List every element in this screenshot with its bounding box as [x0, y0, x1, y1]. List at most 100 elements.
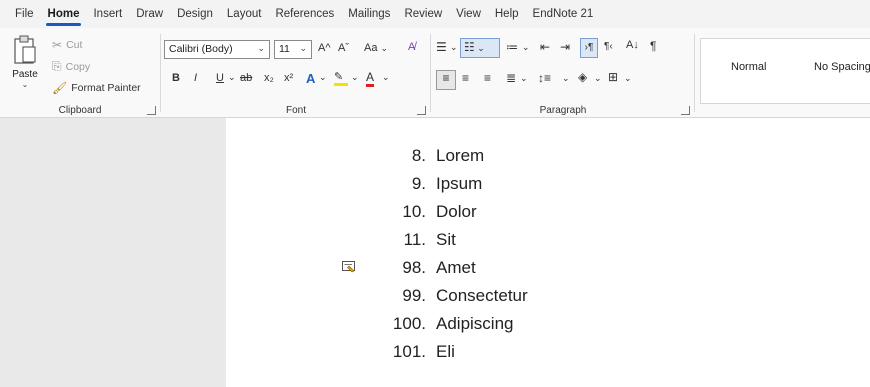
chevron-down-icon[interactable]: ⌄	[450, 42, 458, 53]
tab-review[interactable]: Review	[397, 8, 449, 28]
font-size-combo[interactable]: 11 ⌄	[274, 40, 312, 59]
align-right-icon[interactable]: ≡	[484, 71, 491, 85]
list-item[interactable]: 9. Ipsum	[226, 174, 870, 202]
multilevel-list-icon[interactable]: ≔	[506, 40, 518, 54]
font-color-label: A	[366, 70, 375, 87]
font-color-button[interactable]: A	[366, 70, 375, 87]
list-item[interactable]: 8. Lorem	[226, 146, 870, 174]
subscript-button[interactable]: x₂	[264, 72, 274, 84]
bullets-icon[interactable]: ☰	[436, 40, 447, 54]
chevron-down-icon: ⌄	[474, 43, 485, 53]
format-painter-button[interactable]: 🖌 Format Painter	[52, 81, 141, 95]
document-page[interactable]: 8. Lorem 9. Ipsum 10. Dolor 11. Sit 98. …	[226, 118, 870, 387]
align-center-icon[interactable]: ≡	[462, 71, 469, 85]
list-item[interactable]: 10. Dolor	[226, 202, 870, 230]
shrink-font-button[interactable]: Aˇ	[338, 42, 349, 54]
font-name-combo[interactable]: Calibri (Body) ⌄	[164, 40, 270, 59]
chevron-down-icon[interactable]: ⌄	[351, 72, 359, 83]
change-case-button[interactable]: Aa ⌄	[364, 42, 388, 54]
list-item[interactable]: 101. Eli	[226, 342, 870, 370]
tab-insert[interactable]: Insert	[86, 8, 129, 28]
align-left-icon[interactable]: ≡	[436, 70, 456, 90]
justify-icon[interactable]: ≣	[506, 71, 516, 85]
numbering-button[interactable]: ☷ ⌄	[460, 38, 500, 58]
chevron-down-icon[interactable]: ⌄	[522, 42, 530, 53]
font-group-label: Font	[285, 105, 306, 116]
chevron-down-icon[interactable]: ⌄	[562, 73, 570, 84]
list-number: 101.	[392, 342, 426, 361]
list-text: Lorem	[436, 146, 485, 165]
paintbrush-icon: 🖌	[52, 81, 68, 95]
underline-button[interactable]: U	[216, 72, 224, 84]
tab-references[interactable]: References	[268, 8, 341, 28]
list-text: Dolor	[436, 202, 477, 221]
style-normal[interactable]: Normal	[731, 61, 766, 73]
copy-label: Copy	[65, 60, 91, 73]
tab-view[interactable]: View	[449, 8, 488, 28]
paste-dropdown-icon[interactable]: ⌄	[8, 80, 42, 89]
clipboard-launcher-icon[interactable]	[147, 106, 156, 115]
show-formatting-icon[interactable]: ¶	[650, 39, 656, 53]
paste-button[interactable]: Paste ⌄	[8, 34, 42, 94]
paragraph-group: ☰ ⌄ ☷ ⌄ ≔ ⌄ ⇤ ⇥ ›¶ ¶‹ A↓ ¶ ≡ ≡ ≡ ≣ ⌄ ↕≡ …	[432, 28, 694, 118]
chevron-down-icon[interactable]: ⌄	[520, 73, 528, 84]
tab-home[interactable]: Home	[41, 8, 87, 28]
grow-font-button[interactable]: A^	[318, 42, 331, 54]
clipboard-group: Paste ⌄ ✂ Cut ⎘ Copy 🖌 Format Painter Cl…	[0, 28, 160, 118]
clear-formatting-icon[interactable]: A̸	[408, 41, 415, 53]
list-item[interactable]: 99. Consectetur	[226, 286, 870, 314]
chevron-down-icon[interactable]: ⌄	[382, 72, 390, 83]
chevron-down-icon[interactable]: ⌄	[594, 73, 602, 84]
font-launcher-icon[interactable]	[417, 106, 426, 115]
tab-layout[interactable]: Layout	[220, 8, 269, 28]
chevron-down-icon[interactable]: ⌄	[228, 72, 236, 83]
text-effects-button[interactable]: A	[306, 71, 315, 86]
list-item[interactable]: 11. Sit	[226, 230, 870, 258]
line-spacing-icon[interactable]: ↕≡	[538, 71, 551, 85]
styles-gallery: Normal No Spacing	[700, 38, 870, 104]
chevron-down-icon[interactable]: ⌄	[624, 73, 632, 84]
list-number: 9.	[411, 174, 426, 193]
list-number: 8.	[411, 146, 426, 165]
ribbon: Paste ⌄ ✂ Cut ⎘ Copy 🖌 Format Painter Cl…	[0, 28, 870, 118]
shading-icon[interactable]: ◈	[578, 70, 587, 84]
font-size-value: 11	[279, 43, 290, 55]
italic-button[interactable]: I	[194, 72, 197, 84]
paragraph-group-label: Paragraph	[539, 105, 587, 116]
list-text: Ipsum	[436, 174, 483, 193]
tab-draw[interactable]: Draw	[129, 8, 170, 28]
decrease-indent-icon[interactable]: ⇤	[540, 40, 550, 54]
ribbon-tab-bar: File Home Insert Draw Design Layout Refe…	[0, 0, 870, 28]
rtl-direction-icon[interactable]: ¶‹	[604, 41, 613, 52]
highlight-button[interactable]: ✎	[334, 70, 348, 86]
sort-icon[interactable]: A↓	[626, 39, 639, 51]
tab-design[interactable]: Design	[170, 8, 220, 28]
paste-label: Paste	[12, 69, 38, 80]
strikethrough-button[interactable]: ab	[240, 72, 252, 84]
borders-icon[interactable]: ⊞	[608, 70, 618, 84]
copy-button[interactable]: ⎘ Copy	[52, 59, 90, 74]
chevron-down-icon[interactable]: ⌄	[319, 72, 327, 83]
list-item[interactable]: 98. Amet	[226, 258, 870, 286]
list-number: 98.	[402, 258, 426, 277]
clipboard-group-label: Clipboard	[58, 105, 102, 116]
list-item[interactable]: 100. Adipiscing	[226, 314, 870, 342]
tab-mailings[interactable]: Mailings	[341, 8, 397, 28]
list-number: 10.	[402, 202, 426, 221]
tab-help[interactable]: Help	[488, 8, 526, 28]
style-no-spacing[interactable]: No Spacing	[814, 61, 870, 73]
tab-file[interactable]: File	[8, 8, 41, 28]
document-area: 8. Lorem 9. Ipsum 10. Dolor 11. Sit 98. …	[0, 118, 870, 387]
list-text: Consectetur	[436, 286, 528, 305]
chevron-down-icon: ⌄	[299, 43, 307, 53]
paragraph-launcher-icon[interactable]	[681, 106, 690, 115]
cut-button[interactable]: ✂ Cut	[52, 38, 82, 52]
superscript-button[interactable]: x²	[284, 72, 293, 84]
autocorrect-options-icon[interactable]	[342, 261, 356, 273]
increase-indent-icon[interactable]: ⇥	[560, 40, 570, 54]
tab-endnote[interactable]: EndNote 21	[526, 8, 601, 28]
bold-button[interactable]: B	[172, 72, 180, 84]
list-number: 99.	[402, 286, 426, 305]
ltr-direction-icon[interactable]: ›¶	[580, 38, 598, 58]
list-text: Sit	[436, 230, 456, 249]
